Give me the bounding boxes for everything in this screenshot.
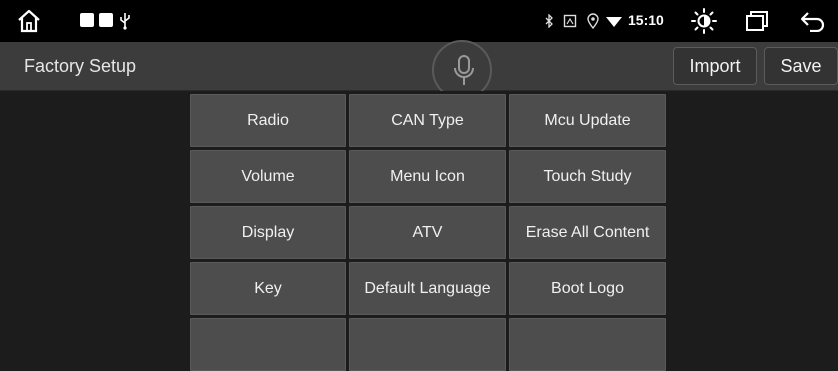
app-square-icon	[99, 13, 113, 27]
wifi-icon	[606, 15, 622, 33]
app-square-icon	[80, 13, 94, 27]
usb-icon	[119, 12, 131, 35]
menu-item-can-type[interactable]: CAN Type	[349, 94, 506, 147]
sim-card-icon	[563, 14, 577, 33]
menu-item-erase-all-content[interactable]: Erase All Content	[509, 206, 666, 259]
save-button[interactable]: Save	[764, 47, 838, 85]
menu-item-key[interactable]: Key	[190, 262, 346, 315]
menu-item-touch-study[interactable]: Touch Study	[509, 150, 666, 203]
menu-item-radio[interactable]: Radio	[190, 94, 346, 147]
back-arrow-icon[interactable]	[800, 10, 826, 37]
bluetooth-icon	[544, 13, 554, 33]
page-title: Factory Setup	[24, 56, 137, 76]
factory-setup-content: Radio CAN Type Mcu Update Volume Menu Ic…	[0, 91, 838, 371]
menu-item-default-language[interactable]: Default Language	[349, 262, 506, 315]
setup-menu-grid: Radio CAN Type Mcu Update Volume Menu Ic…	[190, 94, 666, 371]
menu-item-boot-logo[interactable]: Boot Logo	[509, 262, 666, 315]
status-bar: 15:10	[0, 0, 838, 42]
home-icon[interactable]	[16, 8, 42, 39]
menu-item-display[interactable]: Display	[190, 206, 346, 259]
menu-item-menu-icon[interactable]: Menu Icon	[349, 150, 506, 203]
recent-apps-icon[interactable]	[745, 10, 769, 37]
menu-item-partial[interactable]	[349, 318, 506, 371]
clock-time: 15:10	[628, 12, 664, 28]
menu-item-mcu-update[interactable]: Mcu Update	[509, 94, 666, 147]
brightness-icon[interactable]	[691, 8, 717, 39]
microphone-icon	[453, 55, 475, 92]
menu-item-partial[interactable]	[509, 318, 666, 371]
menu-item-partial[interactable]	[190, 318, 346, 371]
import-button[interactable]: Import	[673, 47, 757, 85]
menu-item-atv[interactable]: ATV	[349, 206, 506, 259]
menu-item-volume[interactable]: Volume	[190, 150, 346, 203]
title-bar: Factory Setup Import Save	[0, 42, 838, 91]
location-pin-icon	[587, 13, 599, 34]
